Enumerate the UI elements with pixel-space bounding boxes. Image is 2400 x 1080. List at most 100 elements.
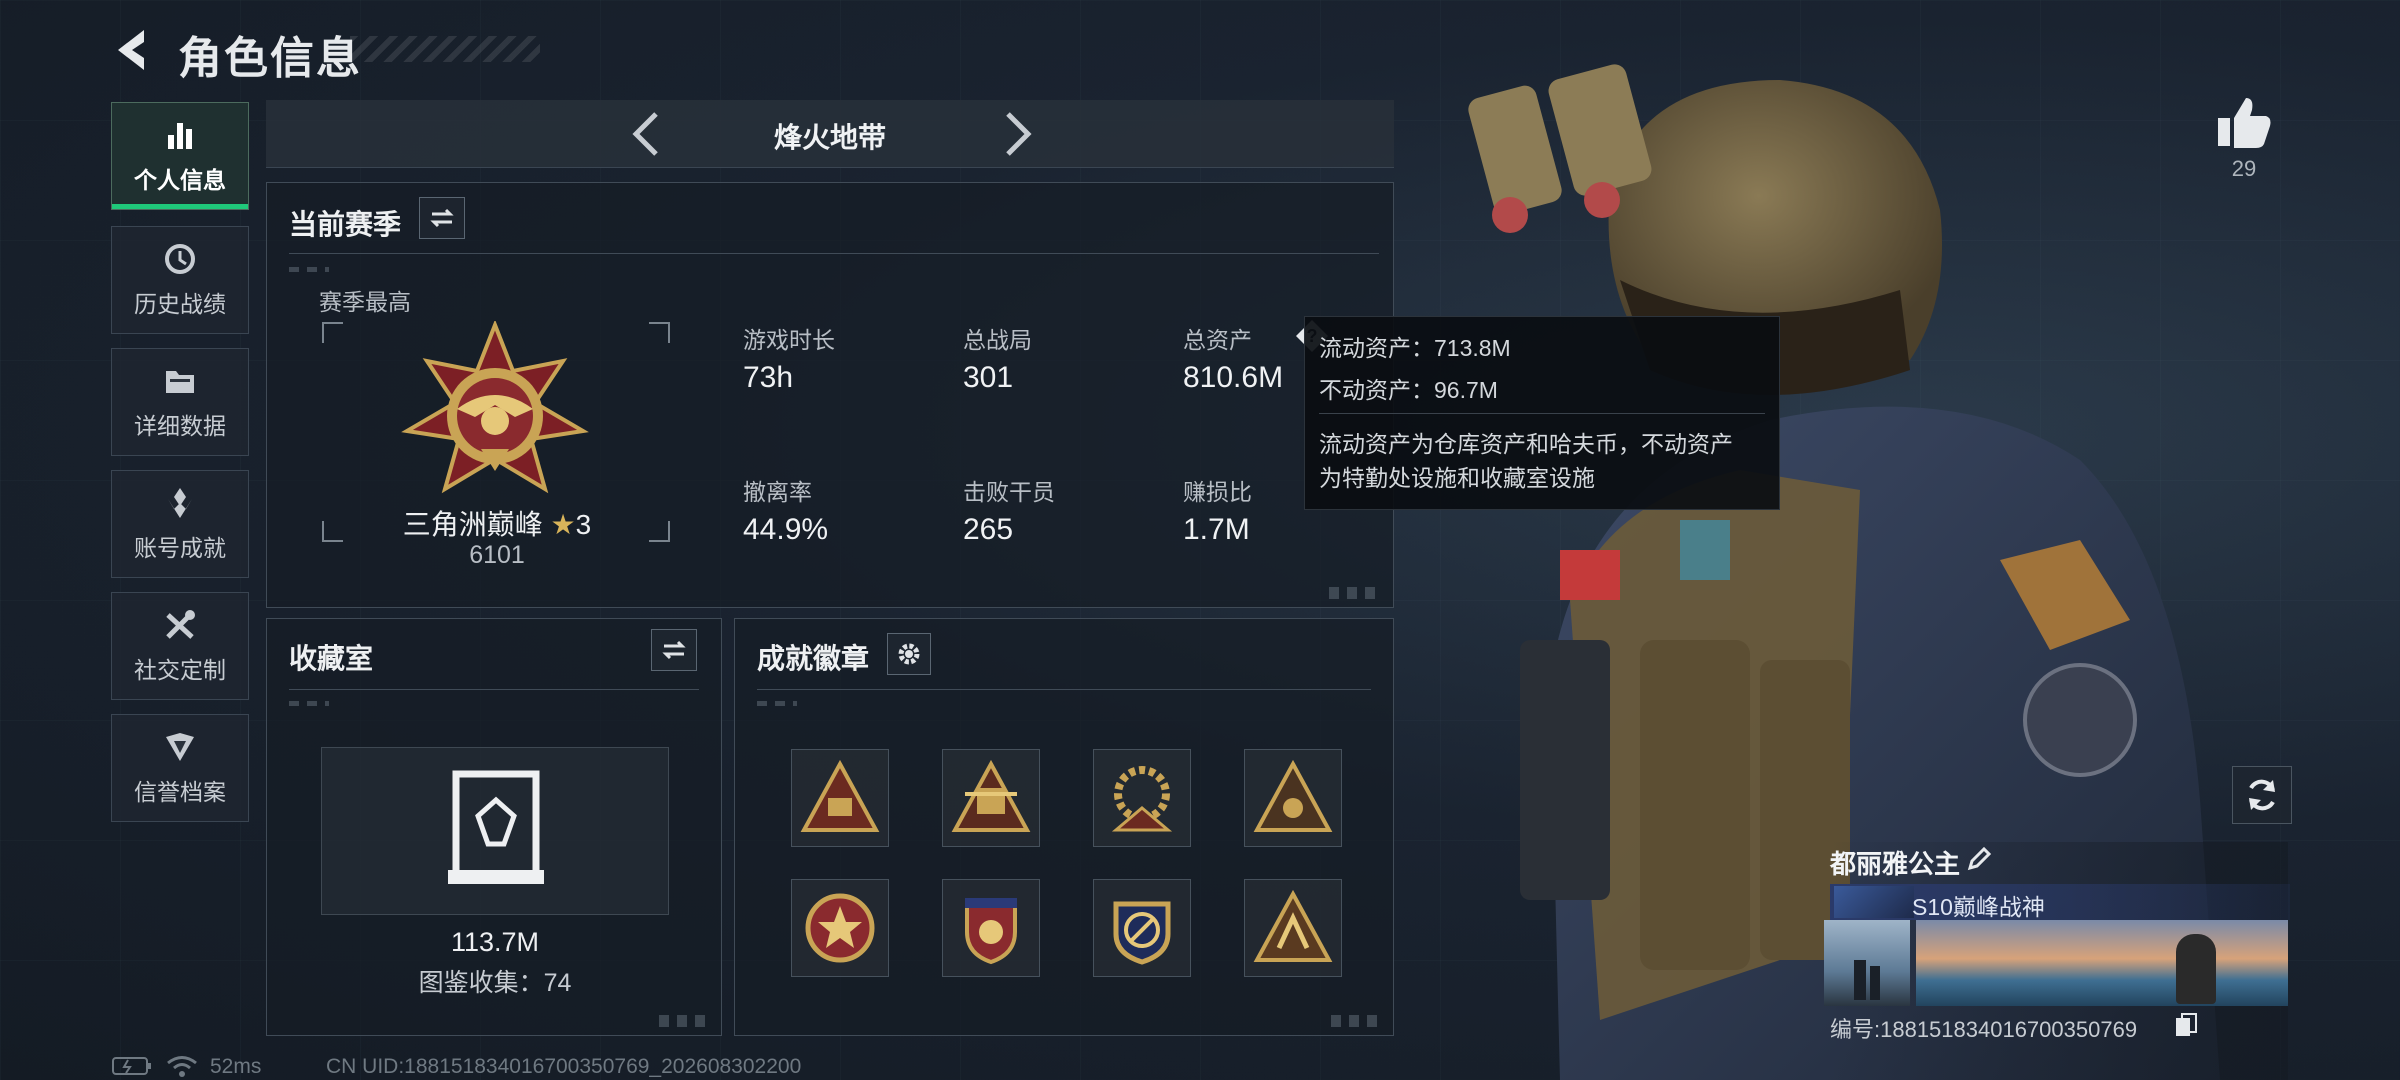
stat-playtime-value: 73h (743, 361, 794, 394)
badge-slot-4[interactable] (1244, 749, 1342, 847)
stat-profit-ratio-label: 赚损比 (1183, 479, 1252, 505)
nav-item-personal-info[interactable]: 个人信息 (111, 102, 249, 210)
player-avatar[interactable] (1824, 920, 1910, 1006)
shield-crest-badge-icon (965, 898, 1017, 965)
season-best-label: 赛季最高 (319, 289, 411, 315)
uid-text: CN UID:188151834016700350769_20260830220… (326, 1055, 802, 1078)
collection-panel: 收藏室 113.7M 图鉴收集：74 (266, 618, 722, 1036)
title-decoration (350, 36, 540, 62)
mode-next-button[interactable] (998, 110, 1038, 158)
collection-value: 113.7M (450, 927, 540, 957)
tooltip-fixed-assets: 不动资产：96.7M (1319, 377, 1498, 403)
season-panel: 当前赛季 赛季最高 三角洲巅峰 ★3 6101 游戏时长 73h 总战局 301… (266, 182, 1394, 608)
star-round-badge-icon (805, 893, 875, 963)
badges-title: 成就徽章 (757, 643, 870, 674)
tooltip-description-2: 为特勤处设施和收藏室设施 (1319, 465, 1595, 491)
rank-star-icon: ★ (550, 509, 576, 540)
nav-label: 个人信息 (134, 167, 226, 193)
nav-item-match-history[interactable]: 历史战绩 (111, 226, 249, 334)
nav-label: 社交定制 (134, 657, 226, 683)
pencil-icon (1967, 846, 1992, 871)
tooltip-liquid-assets: 流动资产：713.8M (1319, 335, 1511, 361)
profile-banner-image[interactable] (1916, 920, 2288, 1006)
triangle-badge-8-icon (1253, 889, 1333, 962)
stat-total-assets-value: 810.6M (1183, 361, 1284, 394)
badge-slot-8[interactable] (1244, 879, 1342, 977)
tools-icon (166, 610, 195, 639)
stat-total-matches-label: 总战局 (963, 327, 1032, 353)
stat-kills-label: 击败干员 (963, 479, 1055, 505)
back-button[interactable] (110, 24, 158, 76)
nav-label: 历史战绩 (134, 291, 226, 317)
collection-title: 收藏室 (289, 643, 374, 674)
refresh-icon (2249, 779, 2275, 811)
rank-points: 6101 (469, 541, 525, 569)
asset-tooltip: 流动资产：713.8M 不动资产：96.7M 流动资产为仓库资产和哈夫币，不动资… (1304, 316, 1780, 510)
player-title: S10巅峰战神 (1912, 894, 2045, 920)
history-clock-icon (165, 244, 195, 274)
badge-slot-7[interactable] (1093, 879, 1191, 977)
mode-selector: 烽火地带 (266, 100, 1394, 168)
badge-slot-3[interactable] (1093, 749, 1191, 847)
rank-name: 三角洲巅峰 (402, 509, 543, 540)
badge-slot-2[interactable] (942, 749, 1040, 847)
nav-item-reputation-file[interactable]: 信誉档案 (111, 714, 249, 822)
rank-emblem-icon (401, 321, 589, 494)
nav-item-detailed-data[interactable]: 详细数据 (111, 348, 249, 456)
player-name: 都丽雅公主 (1830, 849, 1961, 879)
copy-id-button[interactable] (2174, 1012, 2198, 1038)
copy-icon (2176, 1013, 2197, 1036)
gear-badge-s10-icon (1111, 766, 1173, 832)
display-case-icon (448, 770, 544, 884)
profile-card: 都丽雅公主 S10巅峰战神 编号:1881518340167003507​69 (1824, 842, 2290, 1080)
nav-label: 详细数据 (134, 413, 226, 439)
nav-item-social-customization[interactable]: 社交定制 (111, 592, 249, 700)
triangle-badge-sb-icon (800, 759, 880, 832)
bar-chart-icon (168, 123, 192, 149)
badge-slot-1[interactable] (791, 749, 889, 847)
mode-title: 烽火地带 (773, 122, 886, 153)
tooltip-description-1: 流动资产为仓库资产和哈夫币，不动资产 (1319, 431, 1733, 457)
back-arrow-icon (118, 30, 144, 70)
collection-display[interactable] (321, 747, 669, 915)
triangle-badge-sb-2-icon (951, 759, 1031, 832)
battery-icon (112, 1056, 152, 1076)
badge-slot-5[interactable] (791, 879, 889, 977)
player-id: 编号:1881518340167003507​69 (1830, 1012, 2137, 1044)
stat-playtime-label: 游戏时长 (743, 327, 835, 353)
title-banner[interactable]: S10巅峰战神 (1830, 884, 2290, 920)
wifi-icon (166, 1054, 198, 1078)
achievement-icon (168, 488, 192, 518)
swap-icon (662, 640, 686, 660)
collection-catalog-count: 图鉴收集：74 (418, 969, 572, 997)
stat-extraction-rate-value: 44.9% (743, 513, 829, 546)
nav-item-account-achievements[interactable]: 账号成就 (111, 470, 249, 578)
stat-total-assets-label: 总资产 (1183, 327, 1252, 353)
title-badge-image (1834, 886, 1914, 918)
gear-icon (898, 643, 920, 665)
stat-extraction-rate-label: 撤离率 (743, 479, 812, 505)
stat-profit-ratio-value: 1.7M (1183, 513, 1250, 546)
rank-stars: 3 (575, 509, 592, 540)
rotate-model-button[interactable] (2232, 766, 2292, 824)
edit-name-button[interactable] (1964, 844, 1994, 874)
like-count: 29 (2231, 156, 2257, 181)
rank-name-row: 三角洲巅峰 ★3 (267, 503, 727, 543)
player-id-text: 编号:1881518340167003507​69 (1830, 1017, 2138, 1042)
triangle-badge-icon (1253, 759, 1333, 832)
badges-settings-button[interactable] (887, 633, 931, 675)
collection-switch-button[interactable] (651, 629, 697, 671)
page-title: 角色信息 (178, 34, 362, 83)
swap-icon (430, 208, 454, 228)
season-switch-button[interactable] (419, 197, 465, 239)
nav-label: 账号成就 (134, 535, 226, 561)
stat-total-matches-value: 301 (963, 361, 1014, 394)
folder-icon (166, 371, 194, 393)
ping-value: 52ms (210, 1055, 262, 1078)
round-emblem-badge-icon (1113, 901, 1171, 965)
like-button[interactable] (2214, 94, 2274, 150)
nav-label: 信誉档案 (134, 779, 226, 805)
badge-slot-6[interactable] (942, 879, 1040, 977)
stat-kills-value: 265 (963, 513, 1014, 546)
thumbs-up-icon (2218, 98, 2271, 148)
